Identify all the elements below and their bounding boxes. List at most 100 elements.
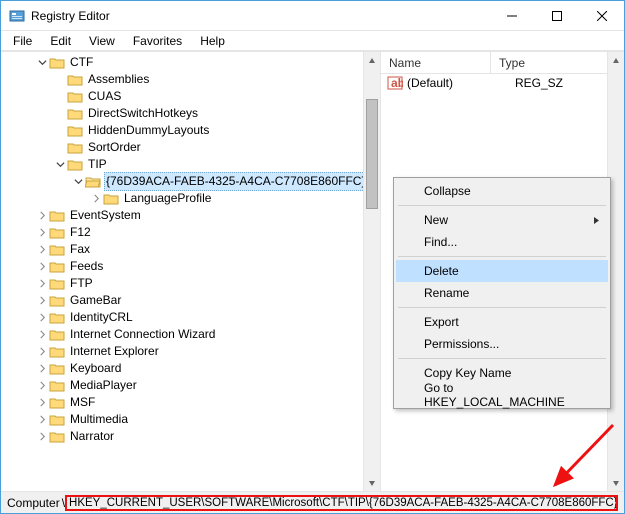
tree-node[interactable]: Feeds <box>35 258 380 275</box>
chevron-right-icon[interactable] <box>35 362 49 376</box>
maximize-button[interactable] <box>534 1 579 30</box>
tree-label[interactable]: Narrator <box>68 428 116 445</box>
tree-label[interactable]: GameBar <box>68 292 123 309</box>
tree-node[interactable]: FTP <box>35 275 380 292</box>
titlebar[interactable]: Registry Editor <box>1 1 624 31</box>
chevron-down-icon[interactable] <box>71 175 85 189</box>
tree-node[interactable]: GameBar <box>35 292 380 309</box>
tree-label[interactable]: Internet Connection Wizard <box>68 326 217 343</box>
tree-label[interactable]: Assemblies <box>86 71 151 88</box>
tree-label[interactable]: Internet Explorer <box>68 343 161 360</box>
chevron-down-icon[interactable] <box>35 56 49 70</box>
menu-help[interactable]: Help <box>192 33 233 49</box>
cm-export[interactable]: Export <box>396 311 608 333</box>
tree-label[interactable]: IdentityCRL <box>68 309 135 326</box>
tree-node[interactable]: Internet Connection Wizard <box>35 326 380 343</box>
scroll-thumb[interactable] <box>366 99 378 209</box>
tree-node[interactable]: MSF <box>35 394 380 411</box>
separator <box>398 307 606 308</box>
tree-node[interactable]: HiddenDummyLayouts <box>53 122 380 139</box>
scroll-down-button[interactable] <box>364 474 380 491</box>
tree-node[interactable]: Keyboard <box>35 360 380 377</box>
tree-node[interactable]: SortOrder <box>53 139 380 156</box>
tree-scrollbar[interactable] <box>363 52 380 491</box>
tree-label[interactable]: F12 <box>68 224 93 241</box>
window-title: Registry Editor <box>31 9 489 23</box>
chevron-right-icon[interactable] <box>35 413 49 427</box>
column-header-name[interactable]: Name <box>381 52 491 73</box>
scroll-down-button[interactable] <box>608 474 624 491</box>
menu-file[interactable]: File <box>5 33 40 49</box>
scroll-up-button[interactable] <box>608 52 624 69</box>
scroll-up-button[interactable] <box>364 52 380 69</box>
tree-label[interactable]: Fax <box>68 241 92 258</box>
cm-goto-hklm[interactable]: Go to HKEY_LOCAL_MACHINE <box>396 384 608 406</box>
chevron-down-icon[interactable] <box>53 158 67 172</box>
tree-node-ctf[interactable]: CTF <box>35 54 380 71</box>
tree-label-selected[interactable]: {76D39ACA-FAEB-4325-A4CA-C7708E860FFC} <box>104 172 367 191</box>
chevron-right-icon[interactable] <box>35 294 49 308</box>
tree-node[interactable]: F12 <box>35 224 380 241</box>
menu-view[interactable]: View <box>81 33 123 49</box>
value-name[interactable]: (Default) <box>407 76 507 90</box>
cm-rename[interactable]: Rename <box>396 282 608 304</box>
chevron-right-icon[interactable] <box>35 277 49 291</box>
tree-label[interactable]: DirectSwitchHotkeys <box>86 105 200 122</box>
tree-node[interactable]: Multimedia <box>35 411 380 428</box>
tree-label[interactable]: CUAS <box>86 88 123 105</box>
tree-pane[interactable]: CTF AssembliesCUASDirectSwitchHotkeysHid… <box>1 52 381 491</box>
chevron-right-icon[interactable] <box>35 226 49 240</box>
tree-label[interactable]: MSF <box>68 394 97 411</box>
status-path-highlighted: HKEY_CURRENT_USER\SOFTWARE\Microsoft\CTF… <box>65 495 618 511</box>
tree-label[interactable]: SortOrder <box>86 139 143 156</box>
folder-icon <box>49 277 65 291</box>
minimize-button[interactable] <box>489 1 534 30</box>
tree-node[interactable]: Assemblies <box>53 71 380 88</box>
tree-label[interactable]: CTF <box>68 54 95 71</box>
scroll-track[interactable] <box>364 69 380 474</box>
tree-node[interactable]: Internet Explorer <box>35 343 380 360</box>
chevron-right-icon[interactable] <box>35 311 49 325</box>
close-button[interactable] <box>579 1 624 30</box>
folder-open-icon <box>85 175 101 189</box>
tree-node[interactable]: EventSystem <box>35 207 380 224</box>
chevron-right-icon[interactable] <box>35 260 49 274</box>
tree-node-language-profile[interactable]: LanguageProfile <box>89 190 380 207</box>
column-header-type[interactable]: Type <box>491 52 624 73</box>
tree-label[interactable]: LanguageProfile <box>122 190 213 207</box>
chevron-right-icon[interactable] <box>35 209 49 223</box>
chevron-right-icon[interactable] <box>35 379 49 393</box>
tree-node-tip[interactable]: TIP <box>53 156 380 173</box>
tree-node[interactable]: DirectSwitchHotkeys <box>53 105 380 122</box>
tree-label[interactable]: Feeds <box>68 258 105 275</box>
list-row[interactable]: ab (Default) REG_SZ <box>381 74 624 92</box>
tree-label[interactable]: Multimedia <box>68 411 130 428</box>
cm-new[interactable]: New <box>396 209 608 231</box>
chevron-right-icon[interactable] <box>35 345 49 359</box>
menu-edit[interactable]: Edit <box>42 33 79 49</box>
tree-label[interactable]: HiddenDummyLayouts <box>86 122 211 139</box>
tree-node[interactable]: MediaPlayer <box>35 377 380 394</box>
tree-label[interactable]: FTP <box>68 275 95 292</box>
tree-node-guid[interactable]: {76D39ACA-FAEB-4325-A4CA-C7708E860FFC} <box>71 173 380 190</box>
tree-node[interactable]: CUAS <box>53 88 380 105</box>
menu-favorites[interactable]: Favorites <box>125 33 190 49</box>
tree-label[interactable]: Keyboard <box>68 360 123 377</box>
tree-node[interactable]: IdentityCRL <box>35 309 380 326</box>
chevron-right-icon[interactable] <box>89 192 103 206</box>
tree-node[interactable]: Narrator <box>35 428 380 445</box>
registry-tree[interactable]: CTF AssembliesCUASDirectSwitchHotkeysHid… <box>1 52 380 447</box>
chevron-right-icon[interactable] <box>35 328 49 342</box>
chevron-right-icon[interactable] <box>35 430 49 444</box>
cm-find[interactable]: Find... <box>396 231 608 253</box>
tree-label[interactable]: TIP <box>86 156 109 173</box>
tree-label[interactable]: MediaPlayer <box>68 377 139 394</box>
cm-permissions[interactable]: Permissions... <box>396 333 608 355</box>
cm-collapse[interactable]: Collapse <box>396 180 608 202</box>
cm-delete[interactable]: Delete <box>396 260 608 282</box>
tree-node[interactable]: Fax <box>35 241 380 258</box>
chevron-right-icon[interactable] <box>35 396 49 410</box>
tree-label[interactable]: EventSystem <box>68 207 143 224</box>
app-icon <box>9 8 25 24</box>
chevron-right-icon[interactable] <box>35 243 49 257</box>
